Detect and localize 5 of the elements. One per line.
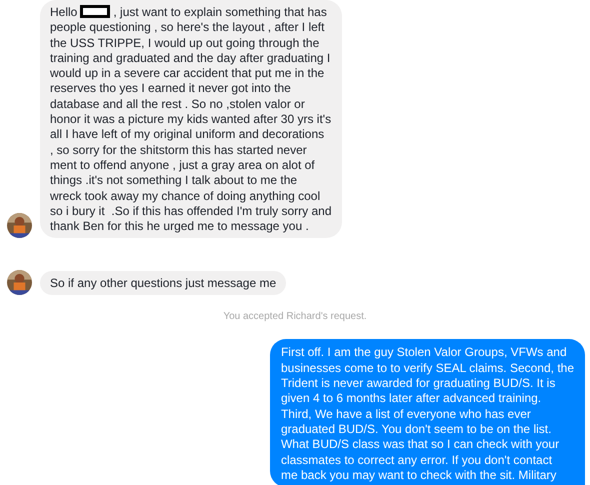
message-text: Hello , just want to explain something that has people questioning , so here's the layout , after I left the USS TRIPPE, I would up out going through the training and graduated and the day after graduating I would up in a severe car accident that put me in the reserves tho yes I earned it never got into the database and all the rest . So no ,stolen valor or honor it was a picture my kids wanted after 30 yrs it's all I have left of my original uniform and decorations , so sorry for the shitstorm this has started never ment to offend anyone , just a gray area on alot of things .it's not something I talk about to me the wreck took away my chance of doing anything cool so i bury it .So if this has offended I'm truly sorry and thank Ben for this he urged me to message you . <box>50 5 332 234</box>
redaction-box <box>80 5 110 18</box>
message-text: So if any other questions just message me <box>50 276 276 290</box>
message-text: First off. I am the guy Stolen Valor Groups, VFWs and businesses come to to verify SEAL claims. Second, the Trident is never awarded for graduating BUD/S. It is given 4 to 6 months later after advanced training. Third, We have a list of everyone who has ever graduated BUD/S. You don't seem to be on the list. What BUD/S class was that so I can check with your classmates to correct any error. If you don't contact me back you may want to check with the sit. Military <box>280 345 574 482</box>
system-notice: You accepted Richard's request. <box>223 310 367 324</box>
